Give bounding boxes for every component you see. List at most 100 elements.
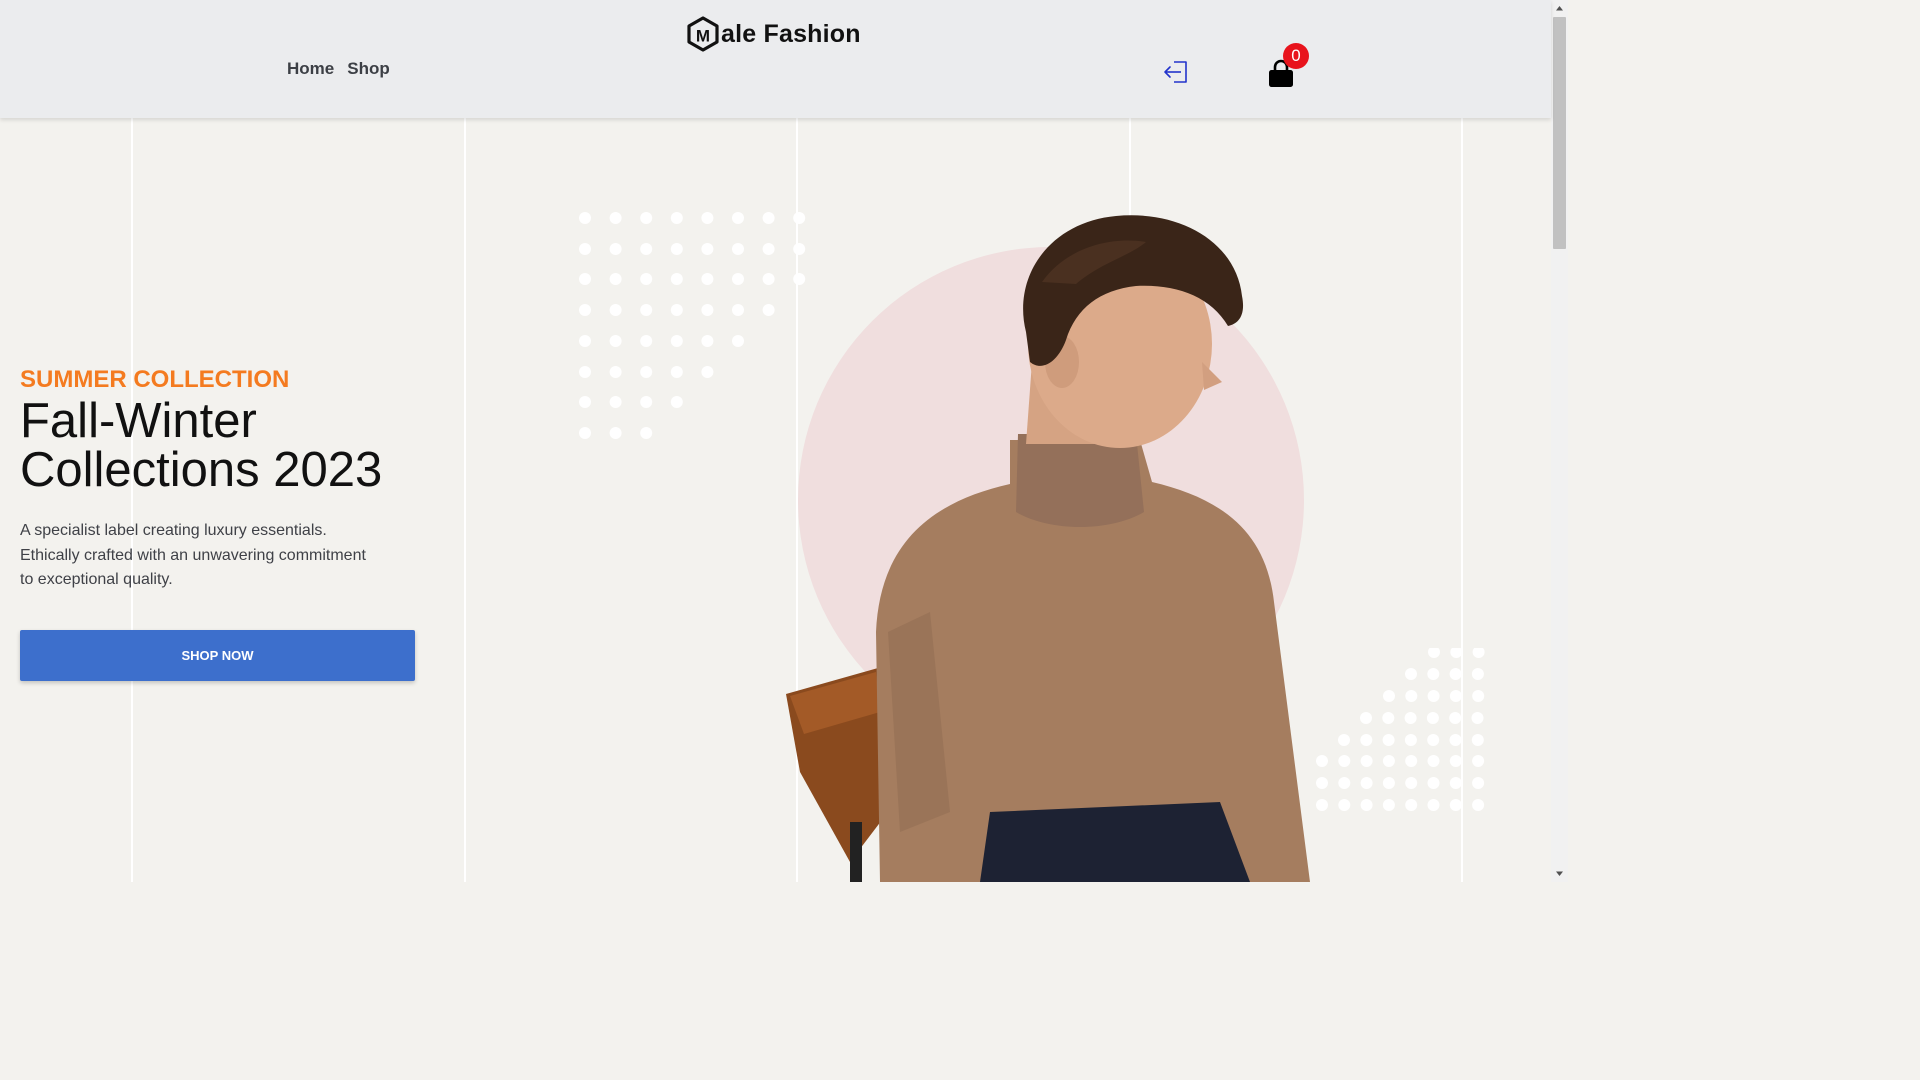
decor-dot [1405, 799, 1418, 811]
vertical-scrollbar[interactable] [1551, 0, 1568, 882]
hero-section: SUMMER COLLECTION Fall-Winter Collection… [0, 118, 1551, 882]
decor-dot [1472, 690, 1485, 702]
decor-dot [1449, 668, 1462, 680]
decor-dot [609, 366, 622, 378]
decor-dot [732, 335, 744, 347]
page: M ale Fashion Home Shop 0 SUMMER COLLECT… [0, 0, 1568, 882]
decor-dot [1450, 648, 1463, 658]
decor-dot [579, 243, 591, 255]
brand[interactable]: M ale Fashion [686, 16, 861, 52]
decor-dot [1382, 799, 1395, 811]
decor-dot [609, 396, 622, 408]
decor-dot [1426, 712, 1439, 724]
hero-model-image [786, 215, 1310, 882]
decor-dot [762, 243, 775, 255]
decor-dot [1404, 734, 1417, 746]
decor-dot [1427, 690, 1440, 702]
decor-dot [701, 243, 714, 255]
decor-dot [670, 243, 683, 255]
decor-dot [670, 273, 683, 285]
decor-dot [1360, 799, 1373, 811]
decor-dot [732, 273, 744, 285]
decor-dot [1449, 777, 1462, 789]
decor-dot [1382, 712, 1395, 724]
decor-dot [1427, 668, 1440, 680]
decor-dot [1427, 734, 1440, 746]
decor-dot [640, 212, 653, 224]
decor-dot [732, 304, 744, 316]
decor-dot [732, 212, 744, 224]
decor-dot [1360, 755, 1373, 767]
decor-dot [1471, 668, 1484, 680]
decor-dot [640, 396, 653, 408]
decor-dot [1427, 799, 1440, 811]
decor-dot [579, 273, 591, 285]
decor-dot [670, 212, 683, 224]
decor-dot [1404, 712, 1417, 724]
decor-dot [579, 304, 591, 316]
decor-dot [640, 427, 653, 439]
decor-dot [579, 396, 591, 408]
main-nav: Home Shop [287, 59, 390, 79]
scroll-up-arrow-icon[interactable] [1551, 0, 1568, 17]
decor-dot [732, 243, 744, 255]
decor-dot [1471, 712, 1484, 724]
decor-dot [640, 273, 653, 285]
hero-title-line2: Collections 2023 [20, 443, 383, 497]
hero-title-line1: Fall-Winter [20, 394, 257, 448]
decor-dot [1472, 799, 1485, 811]
decor-dot [579, 366, 591, 378]
decor-dot [1428, 648, 1440, 658]
decor-dot [1338, 799, 1351, 811]
brand-name: ale Fashion [721, 19, 861, 48]
decor-dot [1382, 777, 1395, 789]
decor-dot [701, 212, 714, 224]
decor-dot [1405, 690, 1418, 702]
decor-dot [1449, 734, 1462, 746]
hexagon-logo-icon: M [687, 16, 719, 52]
grid-line [464, 118, 466, 882]
hero-text: SUMMER COLLECTION Fall-Winter Collection… [20, 366, 450, 593]
decor-dot [640, 366, 653, 378]
decor-dot [670, 396, 683, 408]
hero-eyebrow: SUMMER COLLECTION [20, 366, 290, 393]
decor-dot [762, 212, 775, 224]
decor-dot [701, 273, 714, 285]
decor-dot [670, 366, 683, 378]
decor-dot [1338, 777, 1351, 789]
decor-dot [1449, 755, 1462, 767]
decor-dot [640, 304, 653, 316]
decor-dot [640, 243, 653, 255]
decor-dot [1360, 734, 1373, 746]
decor-dot [1449, 712, 1462, 724]
decor-dot [1427, 777, 1440, 789]
decor-dot [579, 427, 591, 439]
decor-dot [579, 335, 591, 347]
hero-description: A specialist label creating luxury essen… [20, 522, 366, 588]
logo-letter: M [696, 27, 710, 46]
decor-dot [1471, 734, 1484, 746]
nav-home[interactable]: Home [287, 59, 334, 79]
decor-dot [762, 304, 775, 316]
decor-dot [670, 304, 683, 316]
shop-now-button[interactable]: SHOP NOW [20, 630, 415, 681]
decor-dot [701, 304, 714, 316]
decor-dot [1383, 690, 1395, 702]
decor-dot [1472, 755, 1485, 767]
scrollbar-thumb[interactable] [1553, 17, 1566, 249]
scroll-down-arrow-icon[interactable] [1551, 865, 1568, 882]
nav-shop[interactable]: Shop [347, 59, 390, 79]
sign-in-icon[interactable] [1162, 58, 1190, 86]
decor-dot [1405, 755, 1418, 767]
site-header: M ale Fashion Home Shop 0 [0, 0, 1551, 118]
decor-dot [1360, 777, 1373, 789]
decor-dot [579, 212, 591, 224]
decor-dot [1382, 734, 1395, 746]
decor-dot [609, 212, 622, 224]
decor-dot [1405, 777, 1418, 789]
hero-title: Fall-Winter Collections 2023 [20, 397, 450, 495]
decor-dot [1338, 755, 1351, 767]
decor-dot [701, 335, 714, 347]
decor-dot [609, 304, 622, 316]
decor-dot [609, 243, 622, 255]
